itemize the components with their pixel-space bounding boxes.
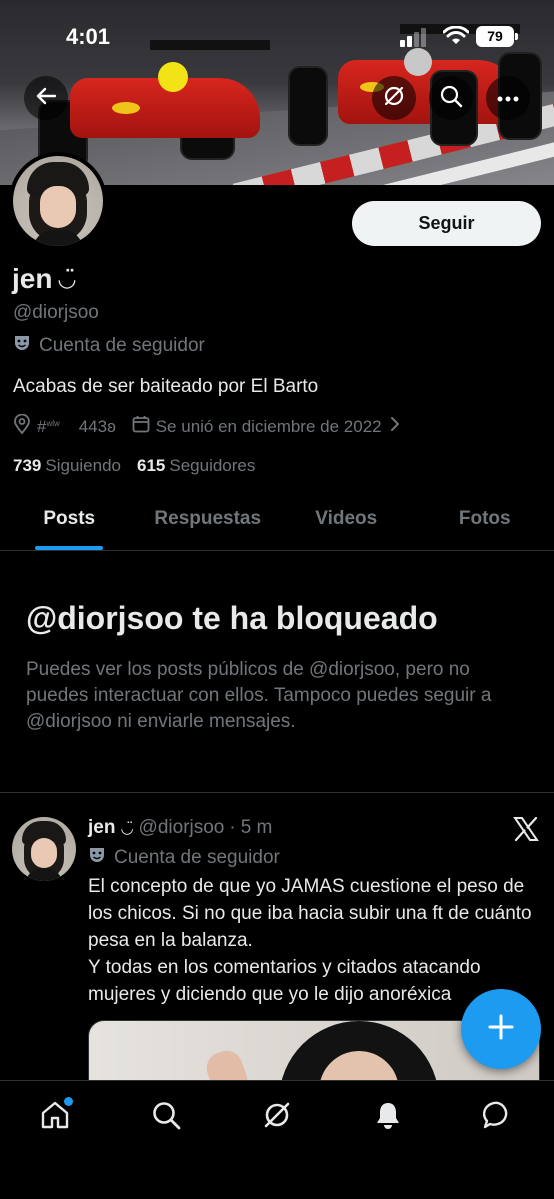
x-logo-icon <box>513 816 539 842</box>
nav-messages[interactable] <box>478 1097 518 1137</box>
post-author-name[interactable]: jen <box>88 817 115 839</box>
profile-bio: Acabas de ser baiteado por El Barto <box>13 376 319 397</box>
parody-label: Cuenta de seguidor <box>39 335 205 356</box>
tab-fotos[interactable]: Fotos <box>416 496 554 550</box>
nav-home[interactable] <box>35 1097 75 1137</box>
following-link[interactable]: 739 Siguiendo <box>13 456 121 476</box>
search-icon <box>439 84 463 113</box>
divider <box>0 792 554 793</box>
back-button[interactable] <box>24 76 68 120</box>
tab-respuestas[interactable]: Respuestas <box>139 496 278 550</box>
followers-link[interactable]: 615 Seguidores <box>137 456 255 476</box>
status-time: 4:01 <box>66 24 111 49</box>
follow-button[interactable]: Seguir <box>352 201 541 246</box>
parody-badge: Cuenta de seguidor <box>13 334 205 358</box>
home-notification-dot <box>64 1097 73 1106</box>
post-avatar[interactable] <box>12 817 76 881</box>
search-button[interactable] <box>429 76 473 120</box>
post-parody-label: Cuenta de seguidor <box>114 847 280 868</box>
profile-name-emoji: ◡̈ <box>58 266 76 291</box>
bell-icon <box>373 1100 403 1135</box>
nav-grok[interactable] <box>257 1097 297 1137</box>
grok-icon <box>382 84 406 113</box>
post-separator: · <box>229 817 236 838</box>
profile-tabs: Posts Respuestas Videos Fotos <box>0 496 554 551</box>
status-bar: 4:01 79 <box>0 0 554 70</box>
post-header: jen ◡̈ @diorjsoo · 5 m <box>88 817 272 839</box>
more-icon <box>497 89 519 107</box>
search-icon <box>151 1100 181 1135</box>
chevron-right-icon[interactable] <box>390 416 400 437</box>
post-author-handle[interactable]: @diorjsoo <box>139 817 225 839</box>
blocked-text: Puedes ver los posts públicos de @diorjs… <box>26 659 492 732</box>
calendar-icon <box>132 415 150 438</box>
profile-stats: 739 Siguiendo 615 Seguidores <box>13 456 255 476</box>
nav-search[interactable] <box>146 1097 186 1137</box>
wifi-icon <box>442 25 470 46</box>
plus-icon <box>487 1013 515 1046</box>
post-parody-badge: Cuenta de seguidor <box>88 846 280 870</box>
compose-button[interactable] <box>461 989 541 1069</box>
chat-icon <box>482 1099 514 1136</box>
location-pin-icon <box>13 413 31 439</box>
joined-date: Se unió en diciembre de 2022 <box>155 416 382 436</box>
blocked-title: @diorjsoo te ha bloqueado <box>26 600 438 636</box>
tab-videos[interactable]: Videos <box>277 496 416 550</box>
post-author-emoji: ◡̈ <box>120 820 134 837</box>
profile-avatar[interactable] <box>9 152 107 250</box>
theater-mask-icon <box>13 334 31 358</box>
back-arrow-icon <box>35 85 57 112</box>
more-options-button[interactable] <box>486 76 530 120</box>
bottom-navigation <box>0 1080 554 1199</box>
battery-indicator: 79 <box>476 26 518 47</box>
profile-name: jen ◡̈ <box>12 263 75 295</box>
theater-mask-icon <box>88 846 106 870</box>
profile-name-text: jen <box>12 263 53 294</box>
cellular-signal-icon <box>400 27 426 47</box>
grok-icon <box>262 1100 292 1135</box>
tab-posts[interactable]: Posts <box>0 496 139 550</box>
profile-handle: @diorjsoo <box>13 302 99 323</box>
nav-notifications[interactable] <box>368 1097 408 1137</box>
profile-meta: #wlw 443ʚ Se unió en diciembre de 2022 <box>13 413 400 439</box>
post-text: El concepto de que yo JAMAS cuestione el… <box>88 876 532 1005</box>
post-time: 5 m <box>240 817 273 838</box>
grok-button[interactable] <box>372 76 416 120</box>
location-text: #wlw 443ʚ <box>37 416 116 436</box>
